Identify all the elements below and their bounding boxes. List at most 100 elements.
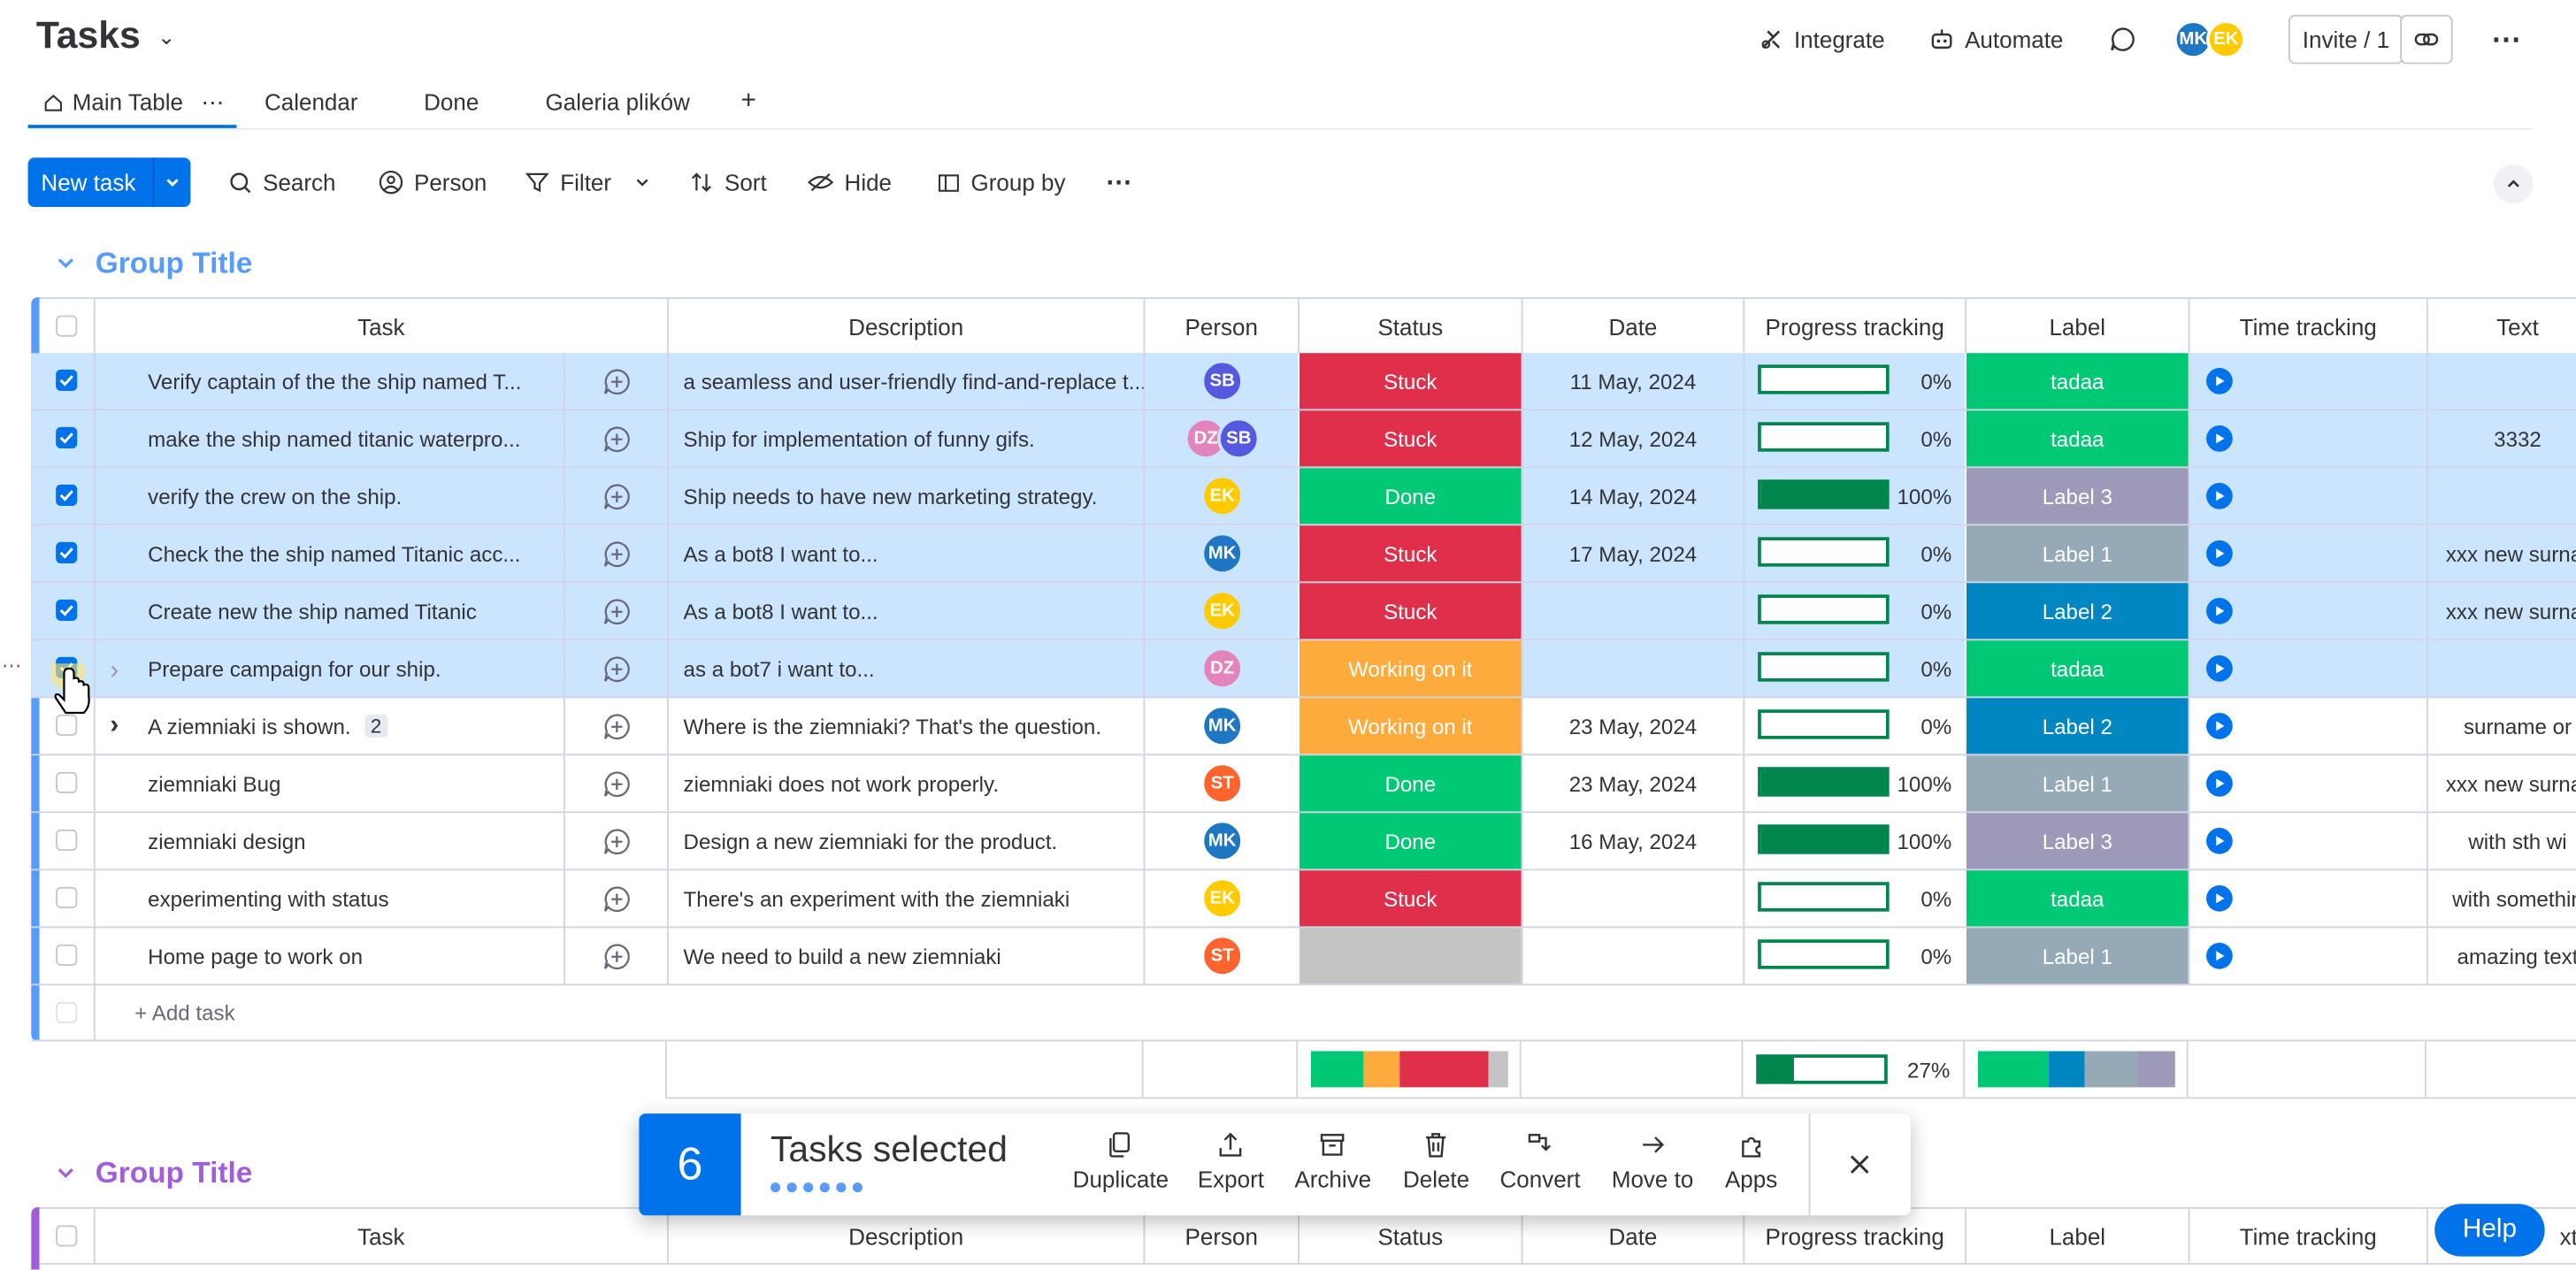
- drag-handle-icon[interactable]: ⋯: [2, 654, 21, 677]
- date-cell[interactable]: [1521, 640, 1744, 697]
- row-checkbox[interactable]: [56, 541, 78, 563]
- text-cell[interactable]: xxx new surnar: [2426, 525, 2576, 582]
- add-update-icon[interactable]: [601, 883, 632, 914]
- updates-cell[interactable]: [563, 410, 667, 467]
- avatar[interactable]: MK: [1200, 532, 1244, 575]
- date-cell[interactable]: 11 May, 2024: [1521, 353, 1744, 409]
- column-header-person[interactable]: Person: [1143, 298, 1299, 354]
- column-header-task[interactable]: Task: [93, 298, 667, 354]
- chevron-down-icon[interactable]: [54, 249, 77, 276]
- avatar[interactable]: ST: [1200, 934, 1244, 977]
- avatar[interactable]: MK: [1200, 819, 1244, 862]
- column-header-progress[interactable]: Progress tracking: [1743, 1208, 1965, 1264]
- play-icon[interactable]: [2206, 884, 2233, 912]
- column-header-time-tracking[interactable]: Time tracking: [2188, 298, 2426, 354]
- date-cell[interactable]: [1521, 583, 1744, 639]
- convert-button[interactable]: Convert: [1500, 1130, 1581, 1192]
- group-title[interactable]: Group Title: [96, 247, 253, 281]
- row-checkbox[interactable]: [56, 829, 78, 851]
- person-cell[interactable]: DZ: [1143, 640, 1299, 697]
- date-cell[interactable]: [1521, 870, 1744, 927]
- updates-cell[interactable]: [563, 698, 667, 754]
- tab-main-table[interactable]: Main Table ⋯: [42, 86, 224, 119]
- updates-cell[interactable]: [563, 813, 667, 869]
- date-cell[interactable]: 12 May, 2024: [1521, 410, 1744, 467]
- status-cell[interactable]: [1298, 928, 1522, 984]
- help-button[interactable]: Help: [2434, 1204, 2545, 1257]
- add-update-icon[interactable]: [601, 595, 632, 626]
- status-cell[interactable]: Done: [1298, 755, 1522, 812]
- description-cell[interactable]: We need to build a new ziemniaki: [666, 928, 1144, 984]
- play-icon[interactable]: [2206, 597, 2233, 624]
- select-all-checkbox[interactable]: [56, 1225, 78, 1247]
- duplicate-button[interactable]: Duplicate: [1073, 1130, 1169, 1192]
- label-cell[interactable]: Label 2: [1965, 583, 2189, 639]
- task-name-cell[interactable]: ziemniaki Bug: [93, 755, 564, 812]
- person-cell[interactable]: EK: [1143, 583, 1299, 639]
- avatar[interactable]: EK: [1200, 589, 1244, 632]
- text-cell[interactable]: surname or: [2426, 698, 2576, 754]
- add-update-icon[interactable]: [601, 940, 632, 971]
- description-cell[interactable]: a seamless and user-friendly find-and-re…: [666, 353, 1144, 409]
- updates-cell[interactable]: [563, 928, 667, 984]
- task-name-cell[interactable]: make the ship named titanic waterpro...: [93, 410, 564, 467]
- avatar[interactable]: DZ: [1200, 646, 1244, 690]
- description-cell[interactable]: ziemniaki does not work properly.: [666, 755, 1144, 812]
- label-cell[interactable]: Label 3: [1965, 468, 2189, 524]
- column-header-description[interactable]: Description: [666, 298, 1144, 354]
- description-cell[interactable]: As a bot8 I want to...: [666, 525, 1144, 582]
- task-name-cell[interactable]: verify the crew on the ship.: [93, 468, 564, 524]
- move-to-button[interactable]: Move to: [1612, 1130, 1693, 1192]
- add-update-icon[interactable]: [601, 768, 632, 799]
- chevron-down-icon[interactable]: [154, 174, 190, 191]
- tab-done[interactable]: Done: [424, 86, 479, 119]
- task-name-cell[interactable]: Create new the ship named Titanic: [93, 583, 564, 639]
- column-header-label[interactable]: Label: [1965, 1208, 2189, 1264]
- integrate-button[interactable]: Integrate: [1758, 23, 1885, 56]
- add-update-icon[interactable]: [601, 538, 632, 569]
- sort-button[interactable]: Sort: [688, 166, 767, 199]
- time-tracking-cell[interactable]: [2188, 583, 2426, 639]
- subitems-count-badge[interactable]: 2: [364, 714, 388, 738]
- row-checkbox[interactable]: [56, 426, 78, 448]
- status-cell[interactable]: Done: [1298, 468, 1522, 524]
- delete-button[interactable]: Delete: [1403, 1130, 1469, 1192]
- chevron-down-icon[interactable]: [634, 174, 651, 191]
- add-update-icon[interactable]: [601, 825, 632, 856]
- time-tracking-cell[interactable]: [2188, 928, 2426, 984]
- description-cell[interactable]: as a bot7 i want to...: [666, 640, 1144, 697]
- description-cell[interactable]: As a bot8 I want to...: [666, 583, 1144, 639]
- description-cell[interactable]: Where is the ziemniaki? That's the quest…: [666, 698, 1144, 754]
- column-header-progress[interactable]: Progress tracking: [1743, 298, 1965, 354]
- column-header-task[interactable]: Task: [93, 1208, 667, 1264]
- add-update-icon[interactable]: [601, 423, 632, 454]
- row-checkbox[interactable]: [56, 944, 78, 966]
- text-cell[interactable]: [2426, 468, 2576, 524]
- avatar[interactable]: SB: [1217, 417, 1261, 460]
- status-cell[interactable]: Working on it: [1298, 698, 1522, 754]
- more-options-icon[interactable]: ⋯: [2489, 22, 2526, 56]
- time-tracking-cell[interactable]: [2188, 698, 2426, 754]
- row-checkbox[interactable]: [56, 771, 78, 793]
- avatar[interactable]: MK: [1200, 704, 1244, 747]
- play-icon[interactable]: [2206, 769, 2233, 797]
- column-header-date[interactable]: Date: [1521, 298, 1744, 354]
- status-cell[interactable]: Stuck: [1298, 870, 1522, 927]
- date-cell[interactable]: 23 May, 2024: [1521, 698, 1744, 754]
- board-title[interactable]: Tasks ⌄: [36, 13, 176, 57]
- time-tracking-cell[interactable]: [2188, 640, 2426, 697]
- status-summary-cell[interactable]: [1296, 1041, 1520, 1098]
- hide-button[interactable]: Hide: [807, 166, 892, 199]
- add-update-icon[interactable]: [601, 653, 632, 684]
- play-icon[interactable]: [2206, 367, 2233, 394]
- task-name-cell[interactable]: Check the the ship named Titanic acc...: [93, 525, 564, 582]
- avatar[interactable]: ST: [1200, 761, 1244, 805]
- person-cell[interactable]: SB: [1143, 353, 1299, 409]
- table-row[interactable]: Check the the ship named Titanic acc... A…: [31, 525, 2576, 584]
- label-cell[interactable]: tadaa: [1965, 870, 2189, 927]
- date-cell[interactable]: 17 May, 2024: [1521, 525, 1744, 582]
- text-cell[interactable]: with sth wi: [2426, 813, 2576, 869]
- person-filter-button[interactable]: Person: [378, 166, 487, 199]
- avatar[interactable]: EK: [1200, 876, 1244, 920]
- date-cell[interactable]: 23 May, 2024: [1521, 755, 1744, 812]
